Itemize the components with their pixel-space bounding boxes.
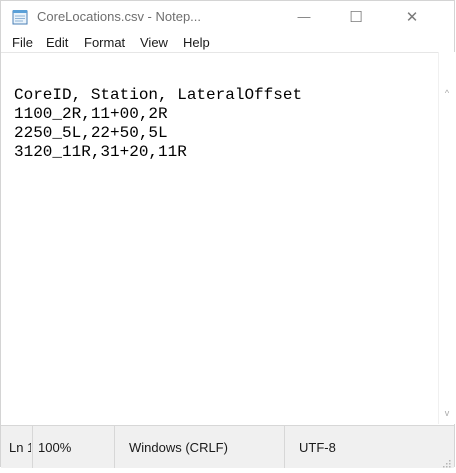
maximize-icon: ☐ (349, 8, 363, 26)
menu-bar: File Edit Format View Help (1, 32, 454, 52)
status-position: Ln 1 (9, 439, 31, 455)
text-line: 2250_5L,22+50,5L (14, 124, 168, 142)
close-button[interactable]: ✕ (389, 1, 435, 32)
minimize-button[interactable]: — (281, 1, 327, 32)
status-bar: Ln 1 100% Windows (CRLF) UTF-8 (1, 425, 454, 468)
editor-text: CoreID, Station, LateralOffset 1100_2R,1… (14, 86, 302, 162)
title-bar[interactable]: CoreLocations.csv - Notep... — ☐ ✕ (1, 1, 454, 32)
close-icon: ✕ (405, 8, 419, 26)
text-line: 1100_2R,11+00,2R (14, 105, 168, 123)
text-line: CoreID, Station, LateralOffset (14, 86, 303, 104)
status-divider (284, 426, 285, 468)
status-zoom: 100% (38, 439, 72, 455)
chevron-down-icon: v (444, 407, 450, 418)
window-title: CoreLocations.csv - Notep... (37, 9, 202, 24)
text-line: 3120_11R,31+20,11R (14, 143, 187, 161)
maximize-button[interactable]: ☐ (333, 1, 379, 32)
minimize-icon: — (297, 9, 311, 24)
status-encoding: UTF-8 (299, 439, 336, 455)
menu-format[interactable]: Format (82, 35, 127, 50)
notepad-icon (12, 9, 29, 25)
vertical-scrollbar[interactable]: ^ v (438, 52, 455, 424)
resize-grip-icon[interactable] (441, 455, 451, 468)
status-divider (114, 426, 115, 468)
menu-view[interactable]: View (138, 35, 170, 50)
status-divider (32, 426, 33, 468)
status-line-ending: Windows (CRLF) (129, 439, 228, 455)
scroll-up-arrow[interactable]: ^ (439, 84, 455, 101)
menu-edit[interactable]: Edit (44, 35, 70, 50)
menu-help[interactable]: Help (181, 35, 212, 50)
notepad-window: CoreLocations.csv - Notep... — ☐ ✕ File … (0, 0, 455, 468)
scroll-down-arrow[interactable]: v (439, 404, 455, 421)
menu-file[interactable]: File (10, 35, 35, 50)
chevron-up-icon: ^ (444, 87, 450, 98)
